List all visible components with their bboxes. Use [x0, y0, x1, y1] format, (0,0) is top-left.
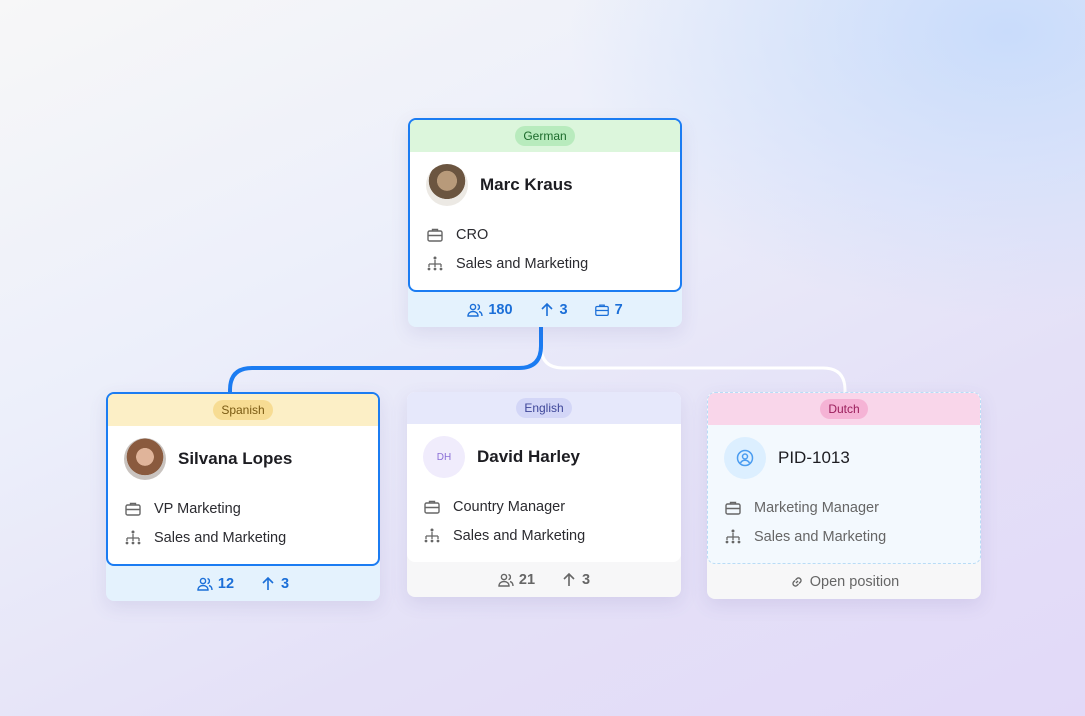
- people-count[interactable]: 21: [498, 572, 535, 588]
- open-position-link[interactable]: Open position: [789, 574, 899, 590]
- person-name: Marc Kraus: [480, 175, 573, 194]
- briefcase-icon: [724, 499, 742, 517]
- connectors: [228, 321, 847, 392]
- position-id: PID-1013: [778, 448, 850, 467]
- reports-count-value: 3: [281, 575, 290, 592]
- org-chart-icon: [423, 527, 441, 545]
- people-icon: [467, 302, 483, 318]
- person-name: Silvana Lopes: [178, 449, 293, 468]
- briefcase-icon: [423, 498, 441, 516]
- child-card-silvana[interactable]: Spanish Silvana Lopes VP Marketing Sales…: [106, 392, 380, 601]
- language-badge: English: [516, 398, 572, 418]
- avatar-initials: DH: [423, 436, 465, 478]
- people-count-value: 12: [217, 575, 235, 592]
- people-count-value: 21: [518, 571, 536, 588]
- people-count[interactable]: 180: [467, 301, 513, 318]
- department: Sales and Marketing: [453, 527, 586, 544]
- job-title: Country Manager: [453, 498, 566, 515]
- positions-count-value: 7: [614, 301, 623, 318]
- link-icon: [792, 576, 802, 587]
- people-icon: [197, 576, 213, 592]
- language-badge: Dutch: [820, 399, 868, 419]
- child-card-david[interactable]: English DH David Harley Country Manager S…: [407, 392, 681, 597]
- org-chart-icon: [124, 529, 142, 547]
- connector-blue: [228, 321, 543, 392]
- job-title: CRO: [456, 226, 489, 243]
- avatar: [426, 164, 468, 206]
- people-count[interactable]: 12: [197, 576, 234, 592]
- root-card[interactable]: German Marc Kraus CRO Sales and Marketin…: [408, 118, 682, 327]
- reports-count[interactable]: 3: [561, 572, 590, 588]
- job-title: Marketing Manager: [754, 499, 879, 516]
- arrow-up-icon: [260, 576, 276, 592]
- org-chart-icon: [426, 255, 444, 273]
- reports-count-value: 3: [582, 571, 591, 588]
- arrow-up-icon: [561, 572, 577, 588]
- department: Sales and Marketing: [154, 529, 287, 546]
- open-position-label: Open position: [809, 573, 900, 590]
- avatar-placeholder: [724, 437, 766, 479]
- arrow-up-icon: [539, 302, 555, 318]
- department: Sales and Marketing: [456, 255, 589, 272]
- department: Sales and Marketing: [754, 528, 887, 545]
- briefcase-icon: [594, 302, 610, 318]
- language-badge: Spanish: [213, 400, 273, 420]
- language-badge: German: [515, 126, 575, 146]
- people-count-value: 180: [488, 301, 513, 318]
- connector-white: [539, 321, 847, 392]
- positions-count[interactable]: 7: [594, 302, 623, 318]
- job-title: VP Marketing: [154, 500, 241, 517]
- reports-count[interactable]: 3: [260, 576, 289, 592]
- org-chart-icon: [724, 528, 742, 546]
- reports-count[interactable]: 3: [539, 302, 568, 318]
- reports-count-value: 3: [559, 301, 568, 318]
- briefcase-icon: [124, 500, 142, 518]
- user-circle-icon: [736, 449, 754, 467]
- people-icon: [498, 572, 514, 588]
- child-card-open-position[interactable]: Dutch PID-1013 Marketing Manager Sales a…: [707, 392, 981, 599]
- person-name: David Harley: [477, 447, 580, 466]
- briefcase-icon: [426, 226, 444, 244]
- avatar: [124, 438, 166, 480]
